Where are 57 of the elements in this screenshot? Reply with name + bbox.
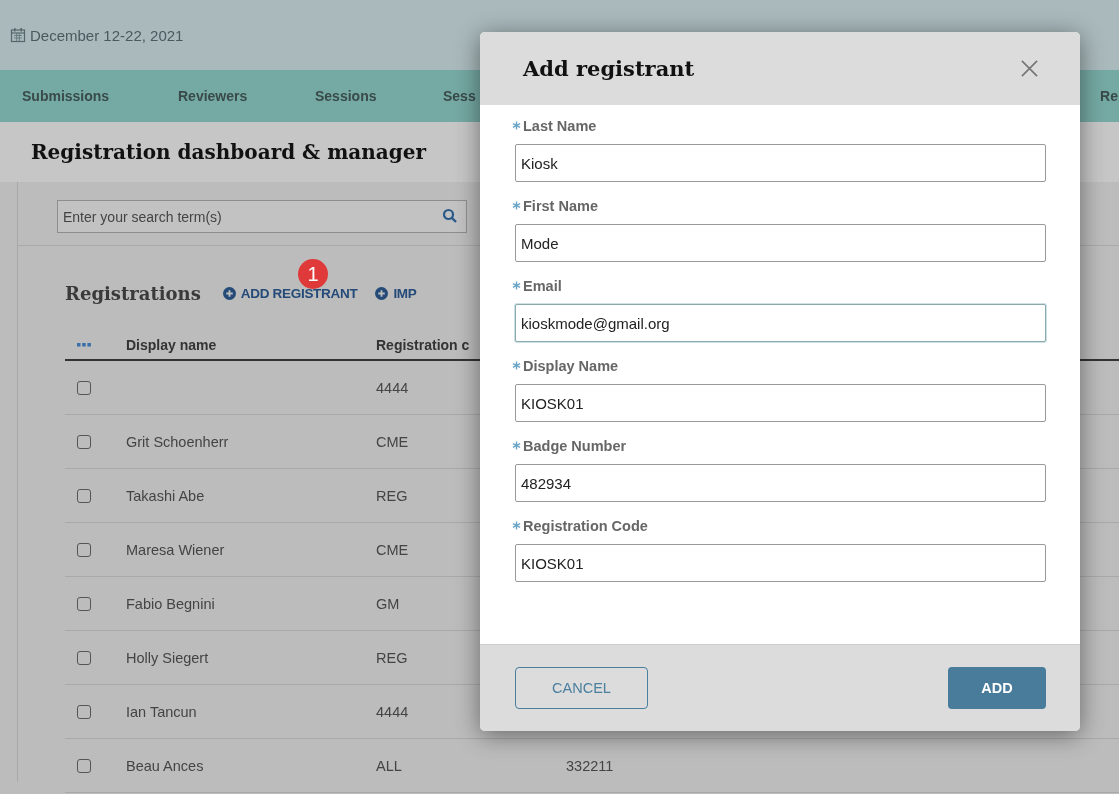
table-cell: REG <box>376 487 408 504</box>
nav-tab[interactable]: Reviewers <box>178 88 315 104</box>
row-checkbox[interactable] <box>77 650 91 665</box>
more-icon[interactable] <box>77 342 91 347</box>
table-cell: 4444 <box>376 703 409 720</box>
input-field[interactable]: KIOSK01 <box>515 544 1046 582</box>
table-cell: Maresa Wiener <box>126 541 225 558</box>
table-cell: 4444 <box>376 379 409 396</box>
table-cell: CME <box>376 433 409 450</box>
input-field[interactable]: KIOSK01 <box>515 384 1046 422</box>
page-title: Registration dashboard & manager <box>31 140 426 164</box>
nav-tab[interactable]: Sess <box>443 88 477 104</box>
field-label: Display Name <box>523 358 619 374</box>
event-date: December 12-22, 2021 <box>30 26 184 44</box>
cancel-button[interactable]: CANCEL <box>515 667 648 709</box>
nav-tab[interactable]: Sessions <box>315 88 443 104</box>
table-cell: 332211 <box>566 757 614 774</box>
dialog-title: Add registrant <box>523 56 695 81</box>
row-checkbox[interactable] <box>77 380 91 395</box>
plus-icon[interactable] <box>222 286 236 300</box>
row-checkbox[interactable] <box>77 758 91 773</box>
table-cell: Ian Tancun <box>126 703 197 720</box>
table-cell: REG <box>376 649 408 666</box>
row-checkbox[interactable] <box>77 434 91 449</box>
field-label: Email <box>523 278 562 294</box>
nav-tab[interactable]: Submissions <box>22 88 178 104</box>
field-label: Last Name <box>523 118 597 134</box>
nav-tab[interactable]: Re <box>1100 88 1118 104</box>
search-icon[interactable] <box>442 208 458 224</box>
calendar-icon <box>10 27 26 43</box>
table-cell: Grit Schoenherr <box>126 433 229 450</box>
close-icon[interactable] <box>1020 59 1039 78</box>
plus-icon[interactable] <box>375 286 389 300</box>
search-field[interactable]: Enter your search term(s) <box>57 200 467 233</box>
input-field[interactable]: Kiosk <box>515 144 1046 182</box>
row-checkbox[interactable] <box>77 596 91 611</box>
action-link[interactable]: IMP <box>375 285 417 301</box>
table-cell: Takashi Abe <box>126 487 205 504</box>
row-checkbox[interactable] <box>77 704 91 719</box>
table-cell: Beau Ances <box>126 757 204 774</box>
row-checkbox[interactable] <box>77 488 91 503</box>
table-cell: ALL <box>376 757 402 774</box>
field-label: First Name <box>523 198 598 214</box>
row-checkbox[interactable] <box>77 542 91 557</box>
input-field[interactable]: Mode <box>515 224 1046 262</box>
table-cell: Holly Siegert <box>126 649 209 666</box>
table-cell: Fabio Begnini <box>126 595 215 612</box>
input-field[interactable]: kioskmode@gmail.org <box>515 304 1046 342</box>
table-cell: GM <box>376 595 400 612</box>
field-label: Badge Number <box>523 438 627 454</box>
step-badge: 1 <box>298 259 328 289</box>
input-field[interactable]: 482934 <box>515 464 1046 502</box>
field-label: Registration Code <box>523 518 648 534</box>
add-button[interactable]: ADD <box>948 667 1046 709</box>
section-title: Registrations <box>65 282 201 304</box>
column-header[interactable]: Display name <box>126 336 376 353</box>
table-cell: CME <box>376 541 409 558</box>
